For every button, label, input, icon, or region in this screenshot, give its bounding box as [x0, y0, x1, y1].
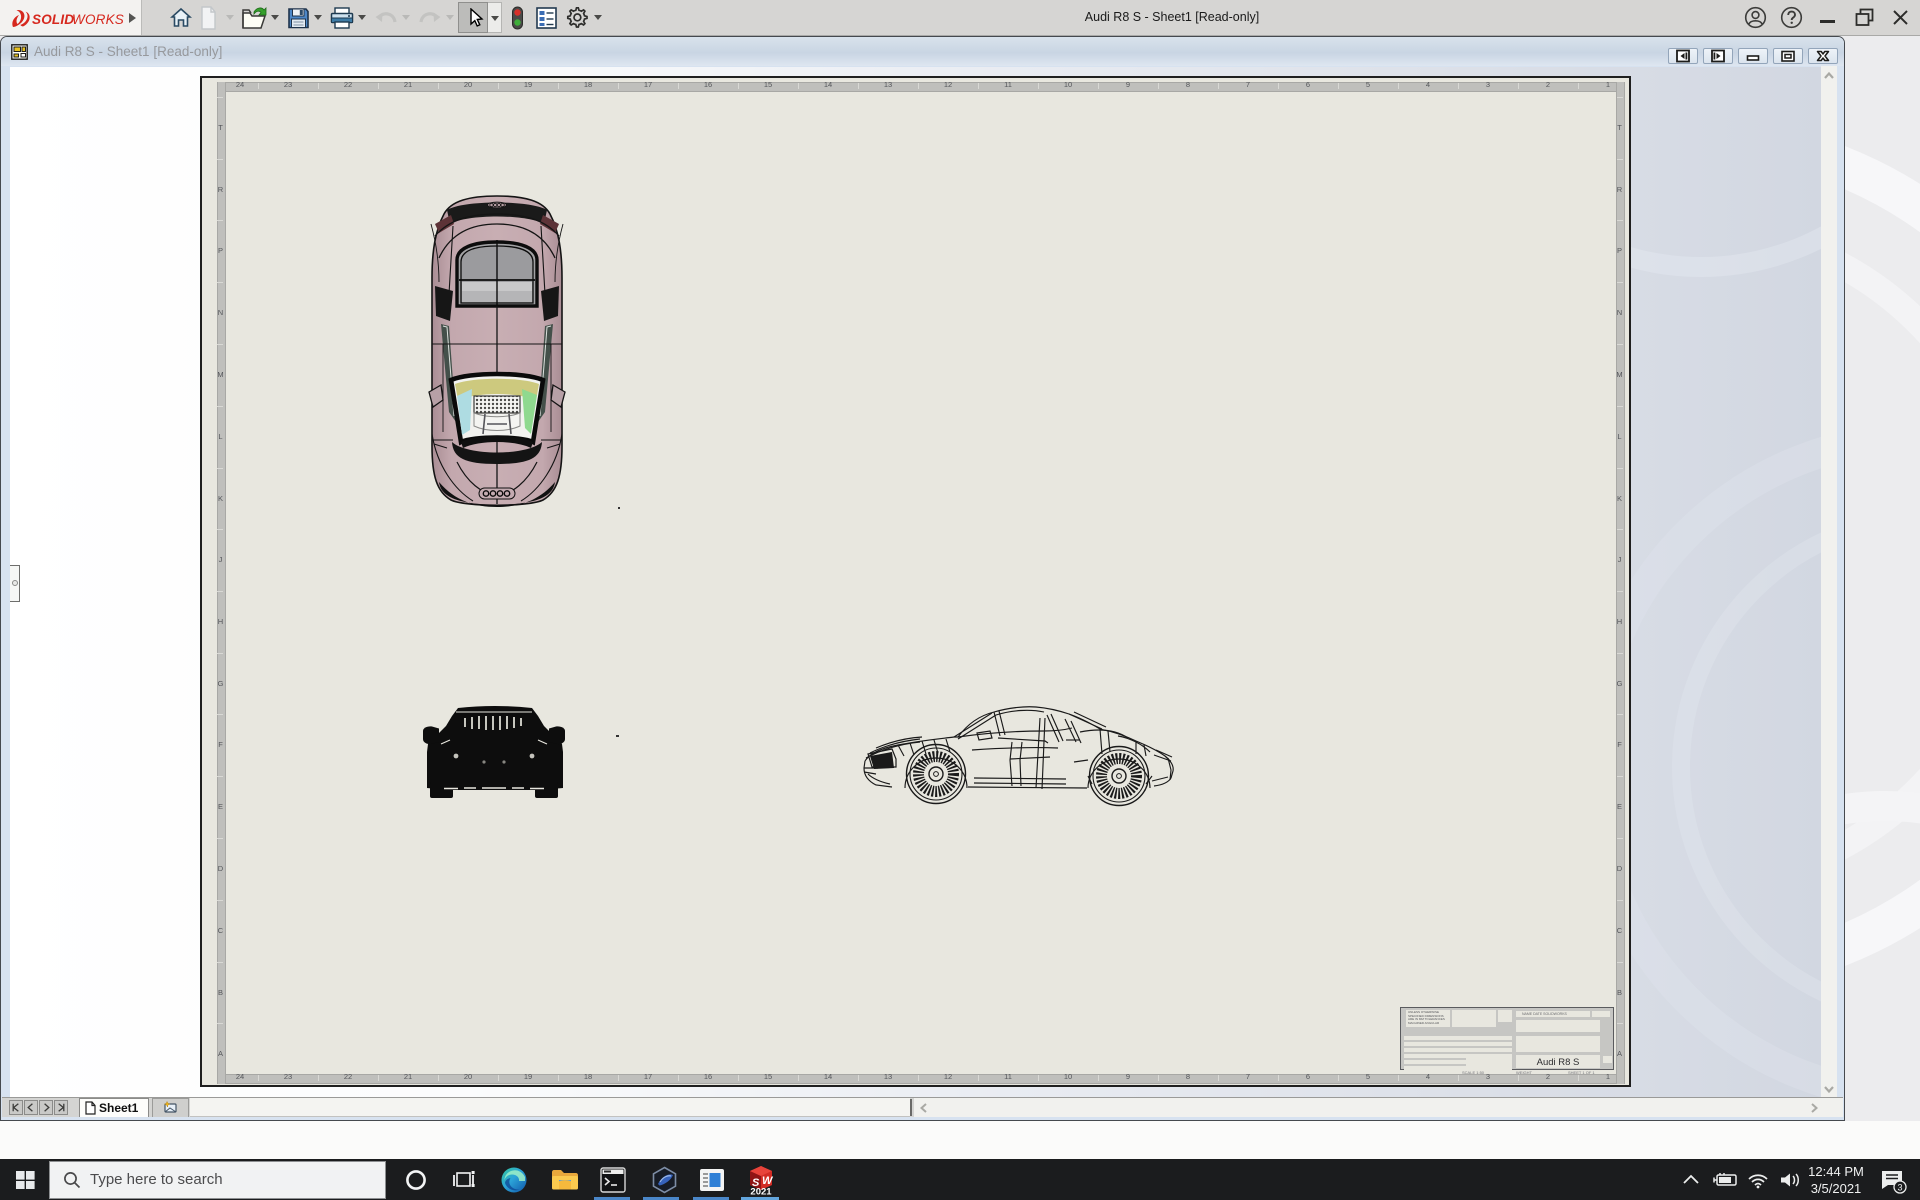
svg-text:SOLID: SOLID — [32, 12, 74, 27]
svg-text:WORKS: WORKS — [72, 12, 124, 27]
